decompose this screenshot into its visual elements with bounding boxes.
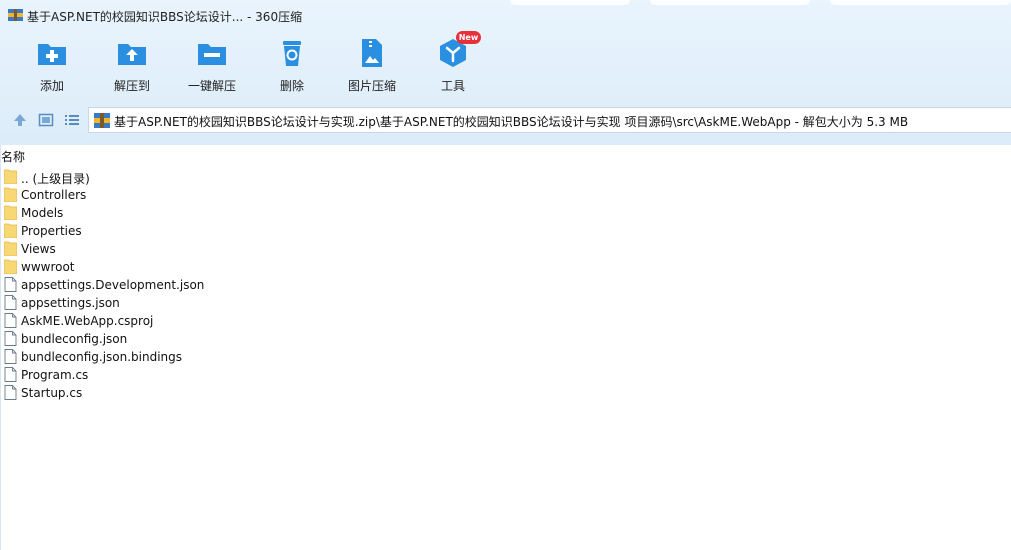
delete-label: 删除 [279,79,304,93]
item-name: Startup.cs [21,386,83,400]
address-bar[interactable]: 基于ASP.NET的校园知识BBS论坛设计与实现.zip\基于ASP.NET的校… [88,107,1011,133]
item-name: wwwroot [21,260,75,274]
file-icon [4,295,17,310]
item-name: Controllers [21,188,87,202]
item-name: appsettings.Development.json [21,278,205,292]
extract-to-icon [118,44,146,65]
one-click-extract-icon [198,44,226,65]
add-button[interactable]: 添加 [17,38,87,96]
tools-label: 工具 [440,79,465,93]
title-bar: 基于ASP.NET的校园知识BBS论坛设计... - 360压缩 [0,0,1011,30]
archive-icon [94,113,110,128]
column-header-name[interactable]: 名称 [1,148,25,165]
file-icon [4,349,17,364]
add-folder-icon [38,44,66,65]
one-click-extract-label: 一键解压 [187,79,236,93]
extract-to-label: 解压到 [113,79,150,93]
image-compress-button[interactable]: 图片压缩 [337,38,407,96]
tools-button[interactable]: 工具 [418,38,488,96]
one-click-extract-button[interactable]: 一键解压 [177,38,247,96]
file-list-panel [0,145,1011,550]
item-name: bundleconfig.json.bindings [21,350,183,364]
title-decoration [510,0,630,5]
list-view-icon[interactable] [64,112,80,128]
folder-icon [4,169,17,184]
folder-icon [4,241,17,256]
item-name: Views [21,242,56,256]
folder-icon [4,223,17,238]
archive-app-icon [8,9,23,21]
item-name: AskME.WebApp.csproj [21,314,154,328]
extract-to-button[interactable]: 解压到 [97,38,167,96]
title-decoration [830,0,1011,5]
delete-button[interactable]: 删除 [257,38,327,96]
file-icon [4,367,17,382]
item-name: Program.cs [21,368,89,382]
image-compress-label: 图片压缩 [347,79,396,93]
thumbnail-view-icon[interactable] [38,112,54,128]
file-icon [4,331,17,346]
item-name: appsettings.json [21,296,120,310]
address-path: 基于ASP.NET的校园知识BBS论坛设计与实现.zip\基于ASP.NET的校… [114,115,909,129]
folder-icon [4,205,17,220]
folder-icon [4,259,17,274]
file-icon [4,313,17,328]
add-label: 添加 [39,79,64,93]
window-title: 基于ASP.NET的校园知识BBS论坛设计... - 360压缩 [27,10,303,24]
file-icon [4,385,17,400]
item-name: Properties [21,224,82,238]
new-badge: New [456,31,481,44]
delete-icon [283,41,301,66]
up-arrow-icon[interactable] [12,112,28,128]
item-name: .. (上级目录) [21,172,90,186]
item-name: Models [21,206,64,220]
item-name: bundleconfig.json [21,332,128,346]
file-icon [4,277,17,292]
title-decoration [650,0,810,5]
image-compress-icon [362,39,382,67]
folder-icon [4,187,17,202]
